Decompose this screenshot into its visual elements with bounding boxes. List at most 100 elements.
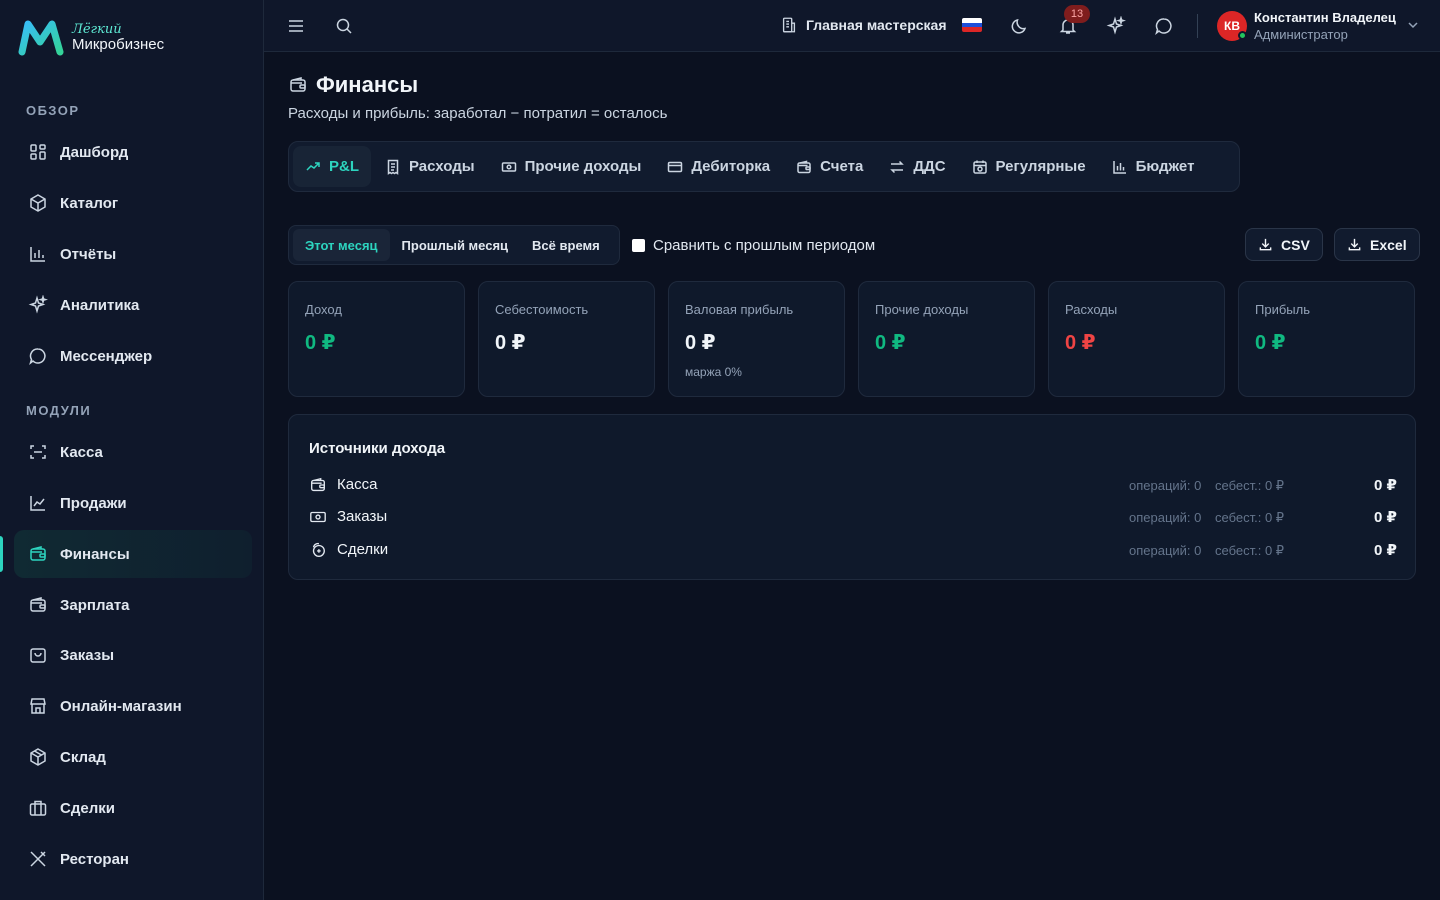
sidebar-item-label: Отчёты bbox=[60, 245, 117, 263]
sidebar-item-messenger[interactable]: Мессенджер bbox=[14, 332, 252, 380]
sidebar-item-salary[interactable]: Зарплата bbox=[14, 581, 252, 629]
source-name: Касса bbox=[337, 476, 378, 493]
metric-label: Валовая прибыль bbox=[685, 302, 794, 317]
metric-label: Себестоимость bbox=[495, 302, 589, 317]
tab-budget[interactable]: Бюджет bbox=[1100, 146, 1207, 187]
sidebar-item-analytics[interactable]: Аналитика bbox=[14, 281, 252, 329]
metric-value: 0 ₽ bbox=[875, 332, 906, 354]
tab-cashflow[interactable]: ДДС bbox=[877, 146, 957, 187]
chevron-down-icon[interactable] bbox=[1406, 18, 1420, 32]
tab-recurring[interactable]: Регулярные bbox=[960, 146, 1098, 187]
sidebar: Лёгкий Микробизнес ОБЗОР Дашборд Каталог… bbox=[0, 0, 264, 900]
export-excel-button[interactable]: Excel bbox=[1334, 228, 1420, 261]
brand-tagline: Лёгкий bbox=[72, 22, 122, 38]
metric-value: 0 ₽ bbox=[1255, 332, 1286, 354]
tab-receivables[interactable]: Дебиторка bbox=[655, 146, 782, 187]
sidebar-item-finance[interactable]: Финансы bbox=[14, 530, 252, 578]
moon-icon[interactable] bbox=[1010, 16, 1030, 36]
wallet-icon bbox=[30, 546, 46, 561]
source-value: 0 ₽ bbox=[1374, 509, 1397, 526]
workspace-name: Главная мастерская bbox=[806, 17, 947, 33]
sidebar-item-dashboard[interactable]: Дашборд bbox=[14, 128, 252, 176]
topbar: Главная мастерская 13 КВ Константин Влад… bbox=[264, 0, 1440, 52]
menu-icon[interactable] bbox=[286, 16, 306, 36]
tab-label: Расходы bbox=[409, 158, 475, 175]
sidebar-item-online-store[interactable]: Онлайн-магазин bbox=[14, 682, 252, 730]
scan-icon bbox=[30, 445, 46, 459]
language-flag-icon[interactable] bbox=[962, 18, 982, 32]
source-ops: операций: 0 bbox=[1129, 510, 1202, 525]
metric-value: 0 ₽ bbox=[495, 332, 526, 354]
sidebar-item-label: Каталог bbox=[60, 194, 119, 212]
sidebar-item-restaurant[interactable]: Ресторан bbox=[14, 835, 252, 883]
store-icon bbox=[30, 698, 46, 714]
download-icon bbox=[1259, 238, 1272, 251]
coins-icon bbox=[312, 542, 325, 557]
nav-section-overview: ОБЗОР bbox=[26, 103, 80, 118]
sidebar-item-label: Сделки bbox=[60, 799, 115, 817]
metric-label: Доход bbox=[305, 302, 342, 317]
sidebar-item-deals[interactable]: Сделки bbox=[14, 784, 252, 832]
trend-icon bbox=[306, 161, 320, 171]
tab-label: ДДС bbox=[913, 158, 946, 175]
sidebar-item-cashier[interactable]: Касса bbox=[14, 428, 252, 476]
search-icon[interactable] bbox=[334, 16, 354, 36]
finance-tabs: P&L Расходы Прочие доходы Дебиторка Счет… bbox=[288, 141, 1240, 192]
tab-accounts[interactable]: Счета bbox=[784, 146, 875, 187]
briefcase-icon bbox=[29, 800, 47, 816]
period-last-month[interactable]: Прошлый месяц bbox=[390, 229, 521, 261]
list-item: Заказы операций: 0 себест.: 0 ₽ 0 ₽ bbox=[309, 506, 1397, 530]
online-status-dot bbox=[1238, 31, 1247, 40]
box-icon bbox=[30, 194, 46, 212]
nav-section-modules: МОДУЛИ bbox=[26, 403, 92, 418]
list-item: Сделки операций: 0 себест.: 0 ₽ 0 ₽ bbox=[309, 539, 1397, 563]
line-chart-icon bbox=[30, 496, 45, 511]
source-cost: себест.: 0 ₽ bbox=[1215, 543, 1285, 558]
workspace-selector[interactable]: Главная мастерская bbox=[780, 16, 947, 34]
topbar-divider bbox=[1197, 14, 1198, 38]
sparkles-icon bbox=[28, 295, 48, 314]
tab-label: P&L bbox=[329, 158, 359, 175]
source-name: Сделки bbox=[337, 541, 389, 558]
metric-card-cost: Себестоимость 0 ₽ bbox=[478, 281, 655, 397]
tab-other-income[interactable]: Прочие доходы bbox=[489, 146, 654, 187]
sidebar-item-warehouse[interactable]: Склад bbox=[14, 733, 252, 781]
brand-logo[interactable]: Лёгкий Микробизнес bbox=[18, 18, 164, 58]
tab-expenses[interactable]: Расходы bbox=[373, 146, 487, 187]
period-all-time[interactable]: Всё время bbox=[520, 229, 612, 261]
wallet-icon bbox=[30, 597, 46, 612]
banknote-icon bbox=[501, 161, 516, 172]
logo-mark-icon bbox=[18, 20, 64, 56]
chat-icon[interactable] bbox=[1154, 16, 1174, 36]
source-value: 0 ₽ bbox=[1374, 477, 1397, 494]
sidebar-item-label: Аналитика bbox=[60, 296, 140, 314]
compare-toggle[interactable]: Сравнить с прошлым периодом bbox=[632, 237, 875, 254]
page-title: Финансы bbox=[316, 72, 419, 97]
sidebar-item-reports[interactable]: Отчёты bbox=[14, 230, 252, 278]
metric-card-income: Доход 0 ₽ bbox=[288, 281, 465, 397]
period-this-month[interactable]: Этот месяц bbox=[293, 229, 390, 261]
sidebar-item-orders[interactable]: Заказы bbox=[14, 631, 252, 679]
sidebar-item-sales[interactable]: Продажи bbox=[14, 479, 252, 527]
period-selector: Этот месяц Прошлый месяц Всё время bbox=[288, 225, 620, 265]
utensils-icon bbox=[30, 851, 46, 867]
tab-pnl[interactable]: P&L bbox=[293, 146, 371, 187]
wallet-icon bbox=[311, 477, 325, 492]
calendar-icon bbox=[972, 160, 987, 174]
metric-value: 0 ₽ bbox=[305, 332, 336, 354]
sidebar-item-label: Ресторан bbox=[60, 850, 129, 868]
sparkles-icon[interactable] bbox=[1106, 16, 1126, 36]
metric-card-profit: Прибыль 0 ₽ bbox=[1238, 281, 1415, 397]
sidebar-item-label: Склад bbox=[60, 748, 106, 766]
sidebar-item-catalog[interactable]: Каталог bbox=[14, 179, 252, 227]
tab-label: Прочие доходы bbox=[524, 158, 642, 175]
source-name: Заказы bbox=[337, 508, 388, 525]
shopping-bag-icon bbox=[30, 648, 46, 663]
source-ops: операций: 0 bbox=[1129, 478, 1202, 493]
metric-label: Прибыль bbox=[1255, 302, 1310, 317]
user-name[interactable]: Константин Владелец bbox=[1254, 10, 1396, 25]
export-csv-button[interactable]: CSV bbox=[1245, 228, 1323, 261]
bar-chart-icon bbox=[30, 247, 45, 262]
compare-checkbox[interactable] bbox=[632, 239, 645, 252]
source-value: 0 ₽ bbox=[1374, 542, 1397, 559]
